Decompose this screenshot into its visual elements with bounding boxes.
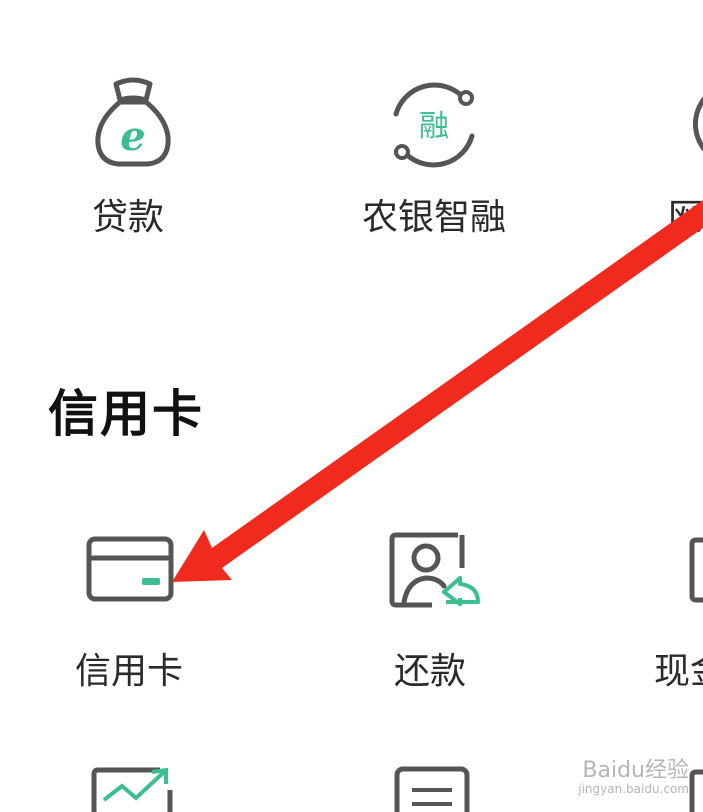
baidu-watermark: Baidu经验 jingyan.baidu.com <box>578 757 689 796</box>
svg-text:e: e <box>120 113 145 160</box>
repay-label: 还款 <box>393 651 466 692</box>
chart-tile[interactable] <box>0 760 260 812</box>
watermark-url: jingyan.baidu.com <box>578 781 689 796</box>
refresh-circle-icon: 融 <box>393 82 475 168</box>
loan-tile[interactable]: e 贷款 <box>0 60 260 260</box>
third-label-row2: 现金 <box>654 651 703 692</box>
document-tile[interactable] <box>300 760 560 812</box>
partial-square-icon <box>689 537 703 603</box>
trend-chart-icon <box>91 767 173 812</box>
loan-label: 贷款 <box>91 197 164 238</box>
person-return-icon <box>389 532 480 608</box>
third-tile-row1[interactable]: 网 <box>650 60 703 260</box>
credit-card-tile[interactable]: 信用卡 <box>0 520 260 720</box>
watermark-text: Baidu经验 <box>582 757 689 783</box>
credit-card-icon <box>86 536 174 602</box>
zhirong-tile[interactable]: 融 农银智融 <box>300 60 560 260</box>
money-bag-icon: e <box>95 77 171 167</box>
credit-card-label: 信用卡 <box>74 651 183 692</box>
section-title-credit-card: 信用卡 <box>48 385 204 443</box>
repay-tile[interactable]: 还款 <box>300 520 560 720</box>
partial-icon <box>689 769 703 812</box>
document-icon <box>394 766 470 812</box>
circle-icon <box>693 96 703 152</box>
third-label-row1: 网 <box>668 197 703 238</box>
third-tile-row2[interactable]: 现金 <box>650 520 703 720</box>
zhirong-label: 农银智融 <box>361 197 506 238</box>
svg-text:融: 融 <box>419 109 449 144</box>
